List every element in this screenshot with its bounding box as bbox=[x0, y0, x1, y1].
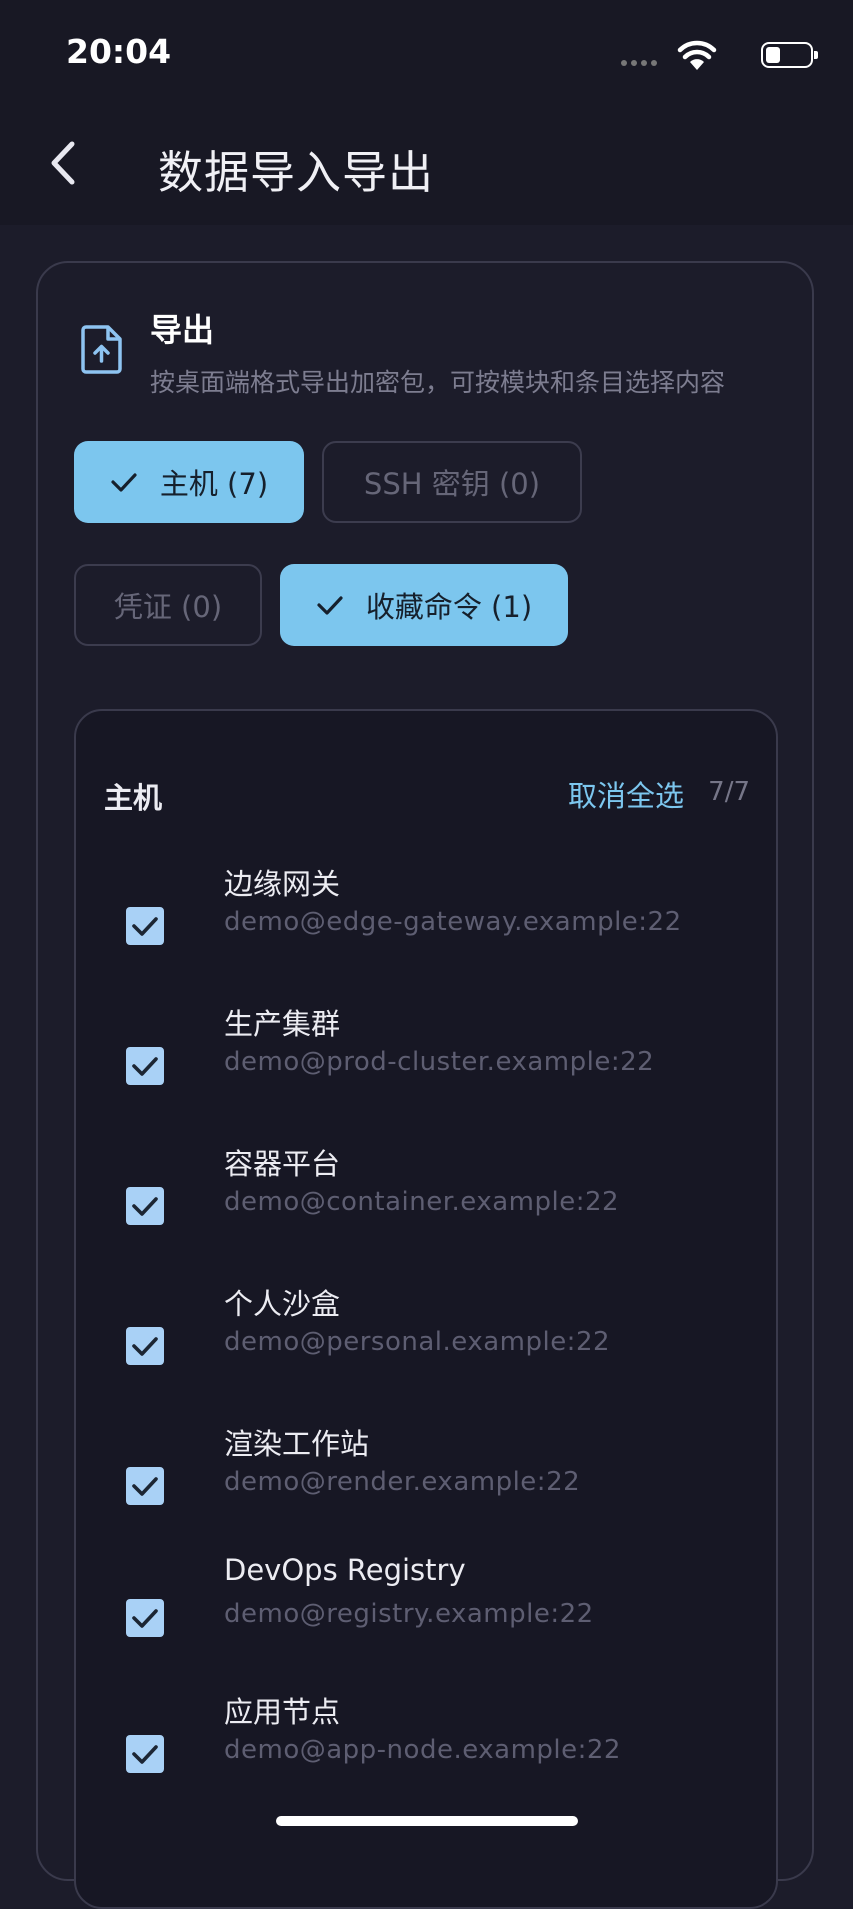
host-checkbox[interactable] bbox=[126, 1599, 164, 1637]
check-icon bbox=[132, 1609, 158, 1628]
host-address: demo@edge-gateway.example:22 bbox=[224, 907, 682, 937]
host-row[interactable]: 容器平台 demo@container.example:22 bbox=[76, 1147, 776, 1281]
host-name: DevOps Registry bbox=[224, 1553, 466, 1587]
module-chip-label: 收藏命令 (1) bbox=[365, 590, 533, 624]
module-chip-label: 主机 (7) bbox=[159, 467, 269, 501]
host-name: 渲染工作站 bbox=[224, 1427, 370, 1461]
host-row[interactable]: 应用节点 demo@app-node.example:22 bbox=[76, 1695, 776, 1829]
home-indicator[interactable] bbox=[276, 1816, 578, 1826]
host-row[interactable]: 生产集群 demo@prod-cluster.example:22 bbox=[76, 1007, 776, 1141]
module-chip-favorite-commands[interactable]: 收藏命令 (1) bbox=[280, 564, 568, 646]
check-icon bbox=[317, 596, 343, 615]
host-address: demo@personal.example:22 bbox=[224, 1327, 611, 1357]
signal-icon bbox=[621, 60, 657, 66]
host-row[interactable]: 边缘网关 demo@edge-gateway.example:22 bbox=[76, 867, 776, 1001]
status-time: 20:04 bbox=[66, 32, 172, 71]
host-address: demo@prod-cluster.example:22 bbox=[224, 1047, 655, 1077]
file-upload-icon bbox=[81, 325, 122, 374]
module-chip-ssh-keys[interactable]: SSH 密钥 (0) bbox=[322, 441, 582, 523]
host-row[interactable]: 个人沙盒 demo@personal.example:22 bbox=[76, 1287, 776, 1421]
chevron-left-icon bbox=[51, 141, 75, 185]
host-checkbox[interactable] bbox=[126, 1047, 164, 1085]
wifi-icon bbox=[677, 40, 717, 70]
battery-icon bbox=[761, 42, 818, 68]
export-card: 导出 按桌面端格式导出加密包，可按模块和条目选择内容 主机 (7) SSH 密钥… bbox=[36, 261, 814, 1909]
host-name: 应用节点 bbox=[224, 1695, 341, 1729]
status-icons bbox=[593, 36, 818, 72]
check-icon bbox=[132, 1057, 158, 1076]
check-icon bbox=[132, 1745, 158, 1764]
check-icon bbox=[132, 1337, 158, 1356]
export-description: 按桌面端格式导出加密包，可按模块和条目选择内容 bbox=[150, 368, 726, 397]
host-row[interactable]: DevOps Registry demo@registry.example:22 bbox=[76, 1553, 776, 1693]
host-address: demo@registry.example:22 bbox=[224, 1599, 594, 1629]
host-checkbox[interactable] bbox=[126, 907, 164, 945]
export-title: 导出 bbox=[150, 311, 215, 349]
selection-count: 7/7 bbox=[708, 777, 750, 807]
page-title: 数据导入导出 bbox=[158, 146, 435, 199]
host-name: 容器平台 bbox=[224, 1147, 341, 1181]
module-chip-label: SSH 密钥 (0) bbox=[363, 467, 541, 501]
host-checkbox[interactable] bbox=[126, 1187, 164, 1225]
host-selection-panel: 主机 取消全选 7/7 边缘网关 demo@edge-gateway.examp… bbox=[74, 709, 778, 1909]
back-button[interactable] bbox=[40, 136, 90, 190]
module-chip-credentials[interactable]: 凭证 (0) bbox=[74, 564, 262, 646]
host-checkbox[interactable] bbox=[126, 1735, 164, 1773]
deselect-all-button[interactable]: 取消全选 bbox=[568, 773, 684, 815]
host-section-title: 主机 bbox=[104, 781, 163, 815]
host-name: 边缘网关 bbox=[224, 867, 341, 901]
host-name: 个人沙盒 bbox=[224, 1287, 341, 1321]
host-row[interactable]: 渲染工作站 demo@render.example:22 bbox=[76, 1427, 776, 1561]
host-address: demo@app-node.example:22 bbox=[224, 1735, 621, 1765]
module-chip-label: 凭证 (0) bbox=[113, 590, 223, 624]
check-icon bbox=[132, 1197, 158, 1216]
top-bar: 20:04 数据导入导出 bbox=[0, 0, 853, 225]
check-icon bbox=[111, 473, 137, 492]
host-checkbox[interactable] bbox=[126, 1467, 164, 1505]
host-name: 生产集群 bbox=[224, 1007, 341, 1041]
check-icon bbox=[132, 1477, 158, 1496]
host-address: demo@container.example:22 bbox=[224, 1187, 620, 1217]
host-checkbox[interactable] bbox=[126, 1327, 164, 1365]
host-address: demo@render.example:22 bbox=[224, 1467, 581, 1497]
check-icon bbox=[132, 917, 158, 936]
module-chip-hosts[interactable]: 主机 (7) bbox=[74, 441, 304, 523]
